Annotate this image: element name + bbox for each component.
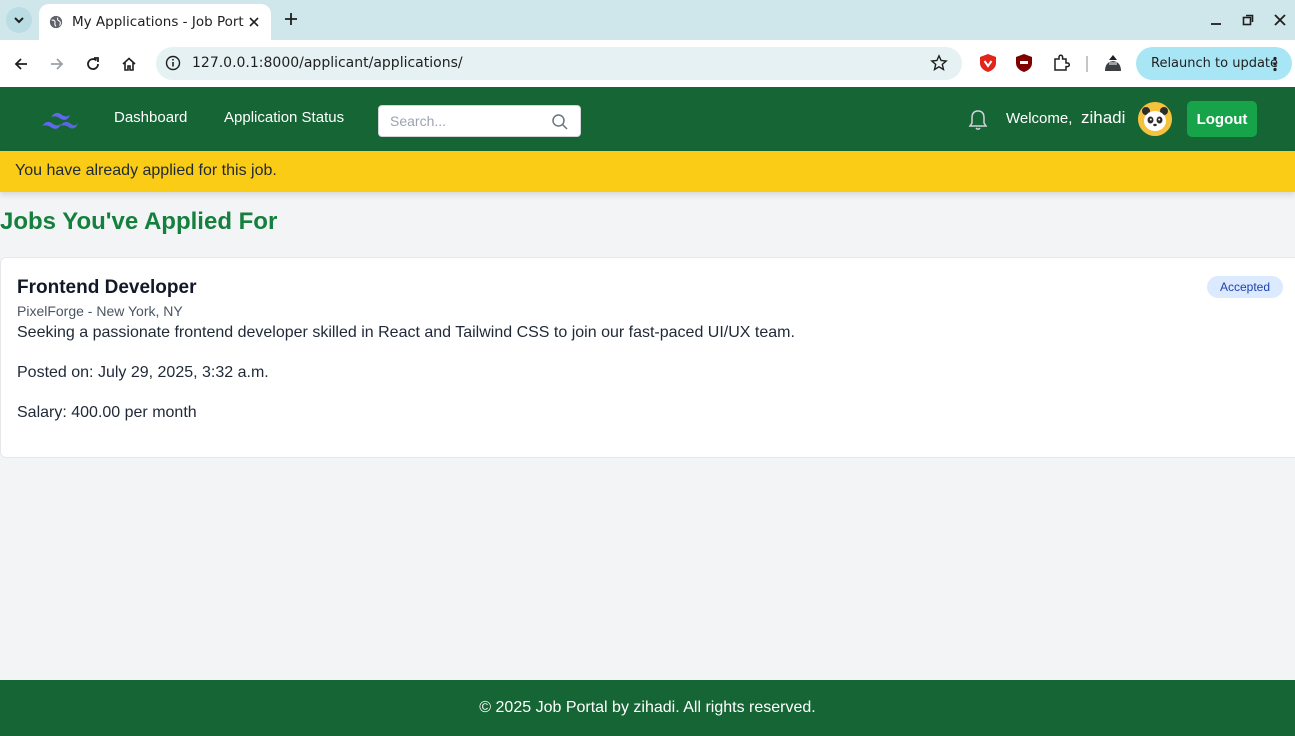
- close-icon: [249, 17, 259, 27]
- bell-icon[interactable]: [967, 108, 989, 132]
- site-footer: © 2025 Job Portal by zihadi. All rights …: [0, 680, 1295, 736]
- nav-link-application-status[interactable]: Application Status: [224, 109, 344, 126]
- close-window-button[interactable]: [1270, 10, 1290, 30]
- job-salary: Salary: 400.00 per month: [17, 404, 197, 421]
- extensions-menu-button[interactable]: [1050, 52, 1072, 74]
- toolbar-divider: [1086, 56, 1088, 72]
- logout-button[interactable]: Logout: [1187, 101, 1257, 137]
- relaunch-button[interactable]: Relaunch to update: [1136, 47, 1292, 80]
- browser-tab[interactable]: My Applications - Job Portal: [39, 4, 271, 40]
- extension-button[interactable]: [1013, 52, 1035, 74]
- tab-close-button[interactable]: [246, 14, 262, 30]
- site-info-icon[interactable]: [165, 55, 181, 71]
- arrow-left-icon: [14, 58, 27, 70]
- site-navbar: Dashboard Application Status Welcome, zi…: [0, 87, 1295, 151]
- relaunch-label: Relaunch to update: [1151, 56, 1279, 71]
- restore-icon: [1242, 14, 1254, 26]
- tab-search-button[interactable]: [6, 7, 32, 33]
- minimize-icon: [1211, 23, 1221, 25]
- avatar[interactable]: [1138, 102, 1172, 136]
- globe-icon: [49, 15, 63, 29]
- address-bar[interactable]: 127.0.0.1:8000/applicant/applications/: [156, 47, 962, 80]
- shield-extension-icon: [980, 54, 996, 72]
- welcome-label: Welcome,: [1006, 110, 1073, 127]
- close-icon: [1274, 14, 1286, 26]
- home-button[interactable]: [117, 52, 141, 76]
- browser-tab-bar: My Applications - Job Portal: [0, 0, 1295, 40]
- tab-title: My Applications - Job Portal: [72, 14, 244, 30]
- puzzle-icon: [1054, 54, 1070, 71]
- arrow-right-icon: [51, 58, 64, 70]
- new-tab-button[interactable]: [282, 10, 300, 28]
- extension-button[interactable]: [977, 52, 999, 74]
- footer-text: © 2025 Job Portal by zihadi. All rights …: [479, 699, 816, 716]
- profile-button[interactable]: [1102, 52, 1124, 74]
- bookmark-star-icon[interactable]: [930, 54, 948, 72]
- alert-message: You have already applied for this job.: [15, 162, 277, 179]
- alert-banner: You have already applied for this job.: [0, 151, 1295, 192]
- forward-button[interactable]: [45, 52, 69, 76]
- job-title: Frontend Developer: [17, 277, 197, 298]
- job-company-location: PixelForge - New York, NY: [17, 303, 183, 319]
- status-badge: Accepted: [1207, 276, 1283, 298]
- reload-button[interactable]: [81, 52, 105, 76]
- restore-button[interactable]: [1238, 10, 1258, 30]
- back-button[interactable]: [9, 52, 33, 76]
- plus-icon: [285, 13, 297, 25]
- reload-icon: [87, 57, 99, 70]
- tailwind-logo-icon[interactable]: [41, 108, 79, 132]
- more-vertical-icon: [1273, 56, 1277, 72]
- application-card: Frontend Developer PixelForge - New York…: [0, 257, 1295, 458]
- job-description: Seeking a passionate frontend developer …: [17, 324, 795, 341]
- search-box: [378, 105, 581, 137]
- minimize-button[interactable]: [1206, 10, 1226, 30]
- page-title: Jobs You've Applied For: [0, 208, 278, 235]
- search-icon[interactable]: [551, 113, 569, 131]
- search-input[interactable]: [379, 106, 549, 136]
- username: zihadi: [1081, 108, 1126, 127]
- browser-toolbar: 127.0.0.1:8000/applicant/applications/ R…: [0, 40, 1295, 87]
- panda-avatar-icon: [1138, 102, 1172, 136]
- ublock-icon: [1016, 54, 1032, 72]
- chevron-down-icon: [14, 17, 24, 24]
- home-icon: [122, 57, 136, 71]
- url-text: 127.0.0.1:8000/applicant/applications/: [192, 55, 463, 71]
- profile-avatar-icon: [1105, 55, 1121, 71]
- job-posted-date: Posted on: July 29, 2025, 3:32 a.m.: [17, 364, 269, 381]
- nav-link-dashboard[interactable]: Dashboard: [114, 109, 187, 126]
